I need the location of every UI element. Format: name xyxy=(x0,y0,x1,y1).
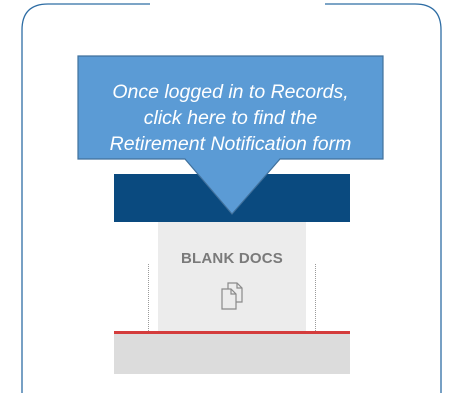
documents-icon xyxy=(221,282,243,310)
tab-divider-left xyxy=(148,264,149,331)
content-area-band xyxy=(114,334,350,374)
screenshot-stage: Once logged in to Records, click here to… xyxy=(0,0,463,393)
blank-docs-tab[interactable]: BLANK DOCS xyxy=(158,222,306,331)
callout-instruction-text: Once logged in to Records, click here to… xyxy=(109,80,352,155)
blank-docs-tab-label: BLANK DOCS xyxy=(181,250,283,267)
tab-divider-right xyxy=(315,264,316,331)
